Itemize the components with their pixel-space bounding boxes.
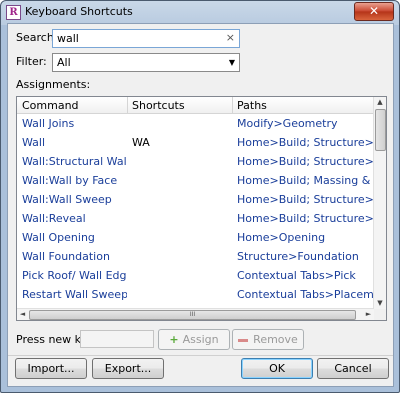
revit-app-icon: R bbox=[6, 5, 21, 20]
table-row[interactable]: Wall:Reveal Home>Build; Structure>Structu… bbox=[17, 209, 374, 228]
horizontal-scrollbar[interactable]: ◄ III ► bbox=[17, 308, 374, 320]
path-cell: Home>Build; Structure>Structure bbox=[237, 155, 374, 168]
path-cell: Home>Opening bbox=[237, 231, 326, 244]
keyboard-shortcuts-dialog: R Keyboard Shortcuts ✕ Search: wall × Fi… bbox=[0, 0, 400, 393]
remove-button[interactable]: Remove bbox=[232, 329, 304, 350]
column-divider[interactable] bbox=[232, 97, 233, 113]
clear-search-icon[interactable]: × bbox=[226, 31, 235, 44]
path-cell: Contextual Tabs>Pick bbox=[237, 269, 356, 282]
path-cell: Home>Build; Structure>Structure bbox=[237, 193, 374, 206]
command-cell: Wall Joins bbox=[22, 117, 75, 130]
table-row[interactable]: Wall Opening Home>Opening bbox=[17, 228, 374, 247]
command-cell: Wall:Wall by Face bbox=[22, 174, 118, 187]
window-title: Keyboard Shortcuts bbox=[25, 5, 133, 18]
assignments-label: Assignments: bbox=[16, 78, 91, 91]
command-cell: Wall Opening bbox=[22, 231, 95, 244]
path-cell: Home>Build; Structure>Structure bbox=[237, 212, 374, 225]
column-header-command[interactable]: Command bbox=[22, 99, 79, 112]
table-row[interactable]: Wall Joins Modify>Geometry bbox=[17, 114, 374, 133]
command-cell: Wall:Structural Wall bbox=[22, 155, 127, 168]
path-cell: Contextual Tabs>Placement bbox=[237, 288, 374, 301]
vertical-scroll-thumb[interactable] bbox=[375, 109, 386, 151]
close-button[interactable]: ✕ bbox=[354, 2, 394, 21]
assign-button[interactable]: + Assign bbox=[158, 329, 230, 350]
horizontal-scroll-thumb[interactable]: III bbox=[29, 310, 356, 320]
minus-icon bbox=[238, 338, 249, 342]
table-row[interactable]: Wall:Wall Sweep Home>Build; Structure>Str… bbox=[17, 190, 374, 209]
path-cell: Home>Build; Massing & Site>Mo... bbox=[237, 174, 374, 187]
scroll-right-icon[interactable]: ► bbox=[363, 309, 374, 320]
path-cell: Structure>Foundation bbox=[237, 250, 359, 263]
export-button[interactable]: Export... bbox=[92, 358, 164, 379]
cancel-button[interactable]: Cancel bbox=[317, 358, 389, 379]
table-row[interactable]: Wall:Structural Wall Home>Build; Structur… bbox=[17, 152, 374, 171]
scroll-down-icon[interactable]: ▼ bbox=[374, 298, 386, 309]
table-header: Command Shortcuts Paths bbox=[17, 97, 374, 114]
assign-label: Assign bbox=[182, 333, 219, 346]
table-row[interactable]: Wall:Wall by Face Home>Build; Massing & S… bbox=[17, 171, 374, 190]
command-cell: Wall:Reveal bbox=[22, 212, 86, 225]
filter-dropdown[interactable]: All ▼ bbox=[52, 53, 240, 72]
dialog-body: Search: wall × Filter: All ▼ Assignments… bbox=[7, 23, 394, 387]
search-input[interactable]: wall × bbox=[52, 29, 240, 48]
ok-button[interactable]: OK bbox=[241, 358, 313, 379]
title-bar[interactable]: R Keyboard Shortcuts ✕ bbox=[1, 1, 399, 23]
command-cell: Wall:Wall Sweep bbox=[22, 193, 112, 206]
scroll-left-icon[interactable]: ◄ bbox=[17, 309, 28, 320]
new-keys-input[interactable] bbox=[80, 330, 154, 348]
remove-label: Remove bbox=[253, 333, 298, 346]
command-cell: Pick Roof/ Wall Edges bbox=[22, 269, 127, 282]
filter-value: All bbox=[57, 56, 71, 69]
command-cell: Wall bbox=[22, 136, 46, 149]
table-row[interactable]: Pick Roof/ Wall Edges Contextual Tabs>Pic… bbox=[17, 266, 374, 285]
column-divider[interactable] bbox=[127, 97, 128, 113]
footer-divider bbox=[8, 355, 393, 356]
search-value: wall bbox=[57, 32, 79, 45]
column-header-paths[interactable]: Paths bbox=[237, 99, 267, 112]
command-cell: Restart Wall Sweep bbox=[22, 288, 127, 301]
table-row[interactable]: Wall Foundation Structure>Foundation bbox=[17, 247, 374, 266]
chevron-down-icon[interactable]: ▼ bbox=[225, 54, 239, 71]
column-header-shortcuts[interactable]: Shortcuts bbox=[132, 99, 185, 112]
path-cell: Home>Build; Structure>Structure bbox=[237, 136, 374, 149]
path-cell: Modify>Geometry bbox=[237, 117, 338, 130]
filter-label: Filter: bbox=[16, 55, 47, 68]
table-row[interactable]: Wall WA Home>Build; Structure>Structure bbox=[17, 133, 374, 152]
vertical-scrollbar[interactable]: ▲ ▼ bbox=[373, 97, 386, 309]
command-cell: Wall Foundation bbox=[22, 250, 110, 263]
table-row[interactable]: Restart Wall Sweep Contextual Tabs>Placem… bbox=[17, 285, 374, 304]
scroll-up-icon[interactable]: ▲ bbox=[374, 97, 386, 108]
shortcut-cell: WA bbox=[132, 136, 150, 149]
import-button[interactable]: Import... bbox=[15, 358, 87, 379]
assignments-table[interactable]: Command Shortcuts Paths Wall Joins Modify… bbox=[16, 96, 387, 321]
scrollbar-corner bbox=[374, 309, 386, 320]
plus-icon: + bbox=[169, 333, 179, 346]
